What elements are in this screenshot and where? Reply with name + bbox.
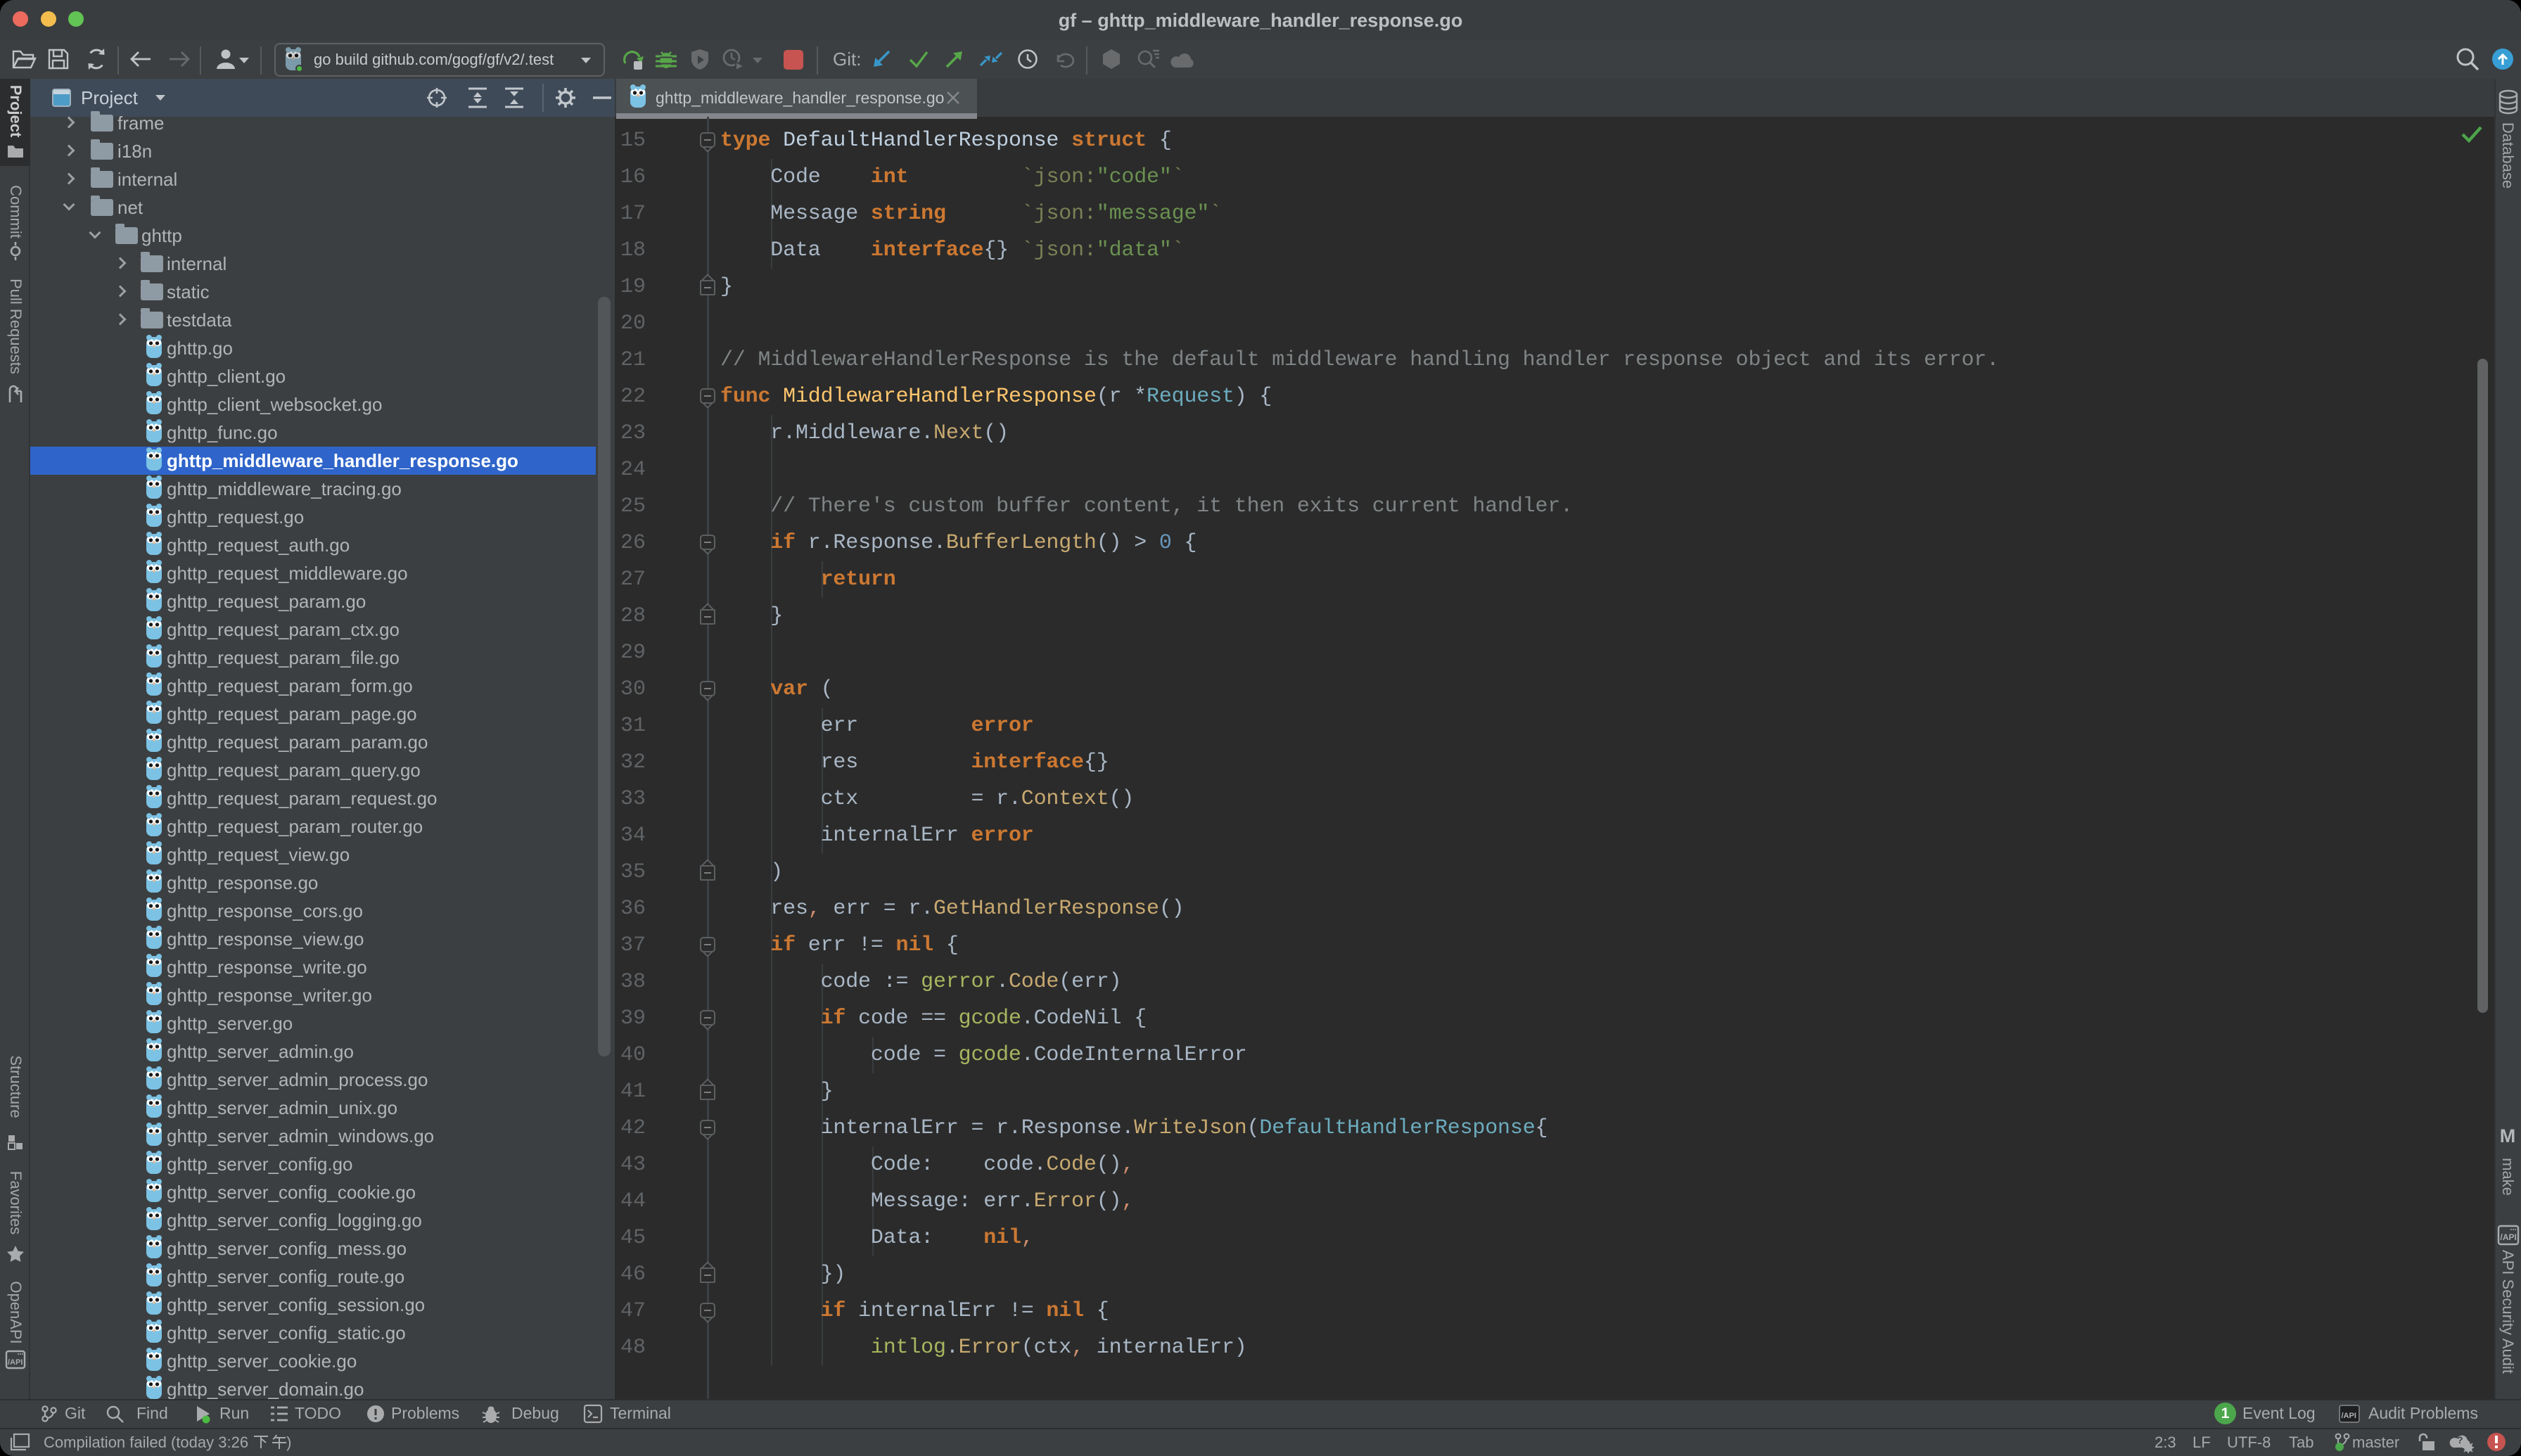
svg-text:/API: /API	[2342, 1412, 2356, 1420]
svg-text:/API: /API	[2501, 1232, 2517, 1242]
svg-text:?: ?	[2457, 1434, 2463, 1445]
svg-text:/API: /API	[8, 1358, 23, 1367]
